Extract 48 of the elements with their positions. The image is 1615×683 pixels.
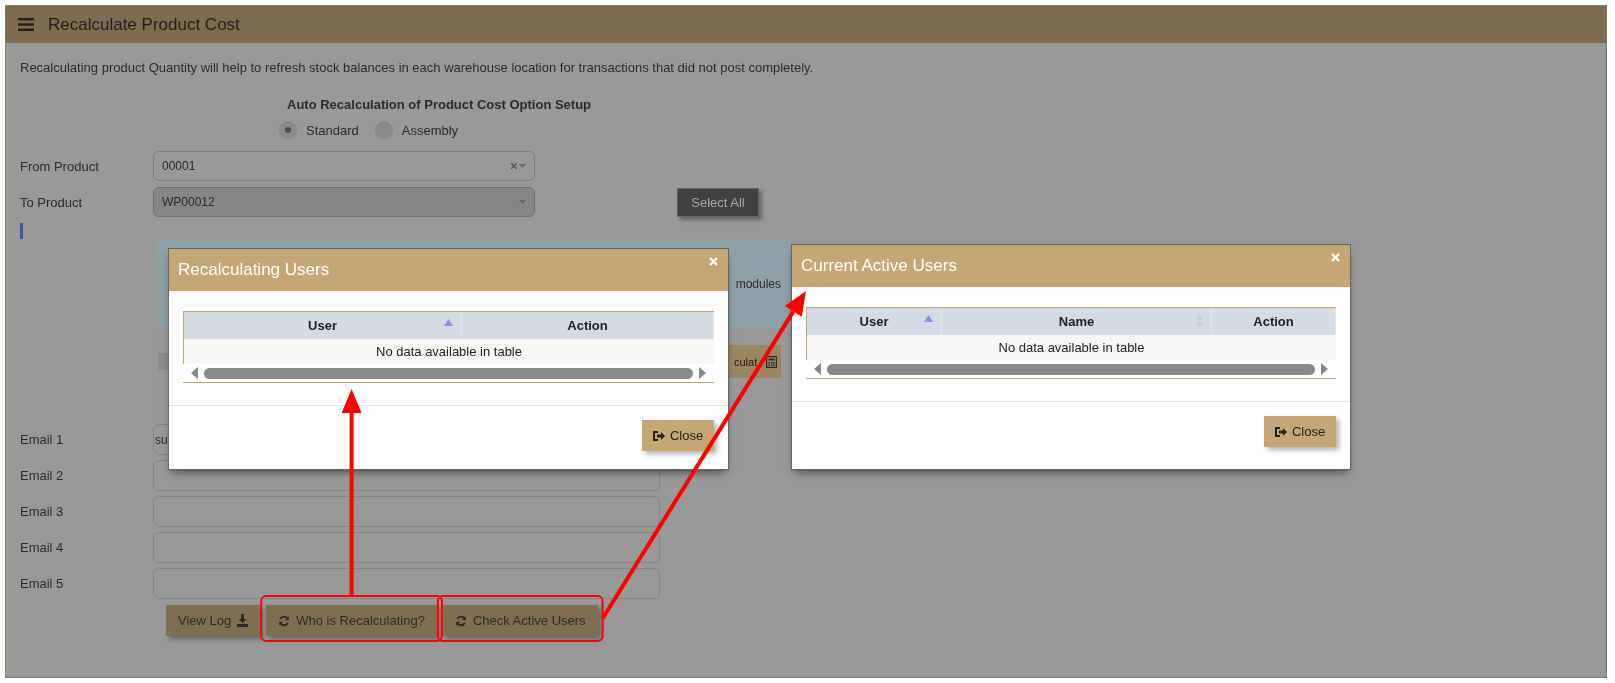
radio-button[interactable] xyxy=(279,121,297,139)
email-label: Email 1 xyxy=(20,432,65,447)
download-icon xyxy=(237,614,249,627)
action-button[interactable]: Who is Recalculating? xyxy=(266,605,437,636)
email-label: Email 5 xyxy=(20,576,65,591)
email-label: Email 4 xyxy=(20,540,65,555)
close-icon[interactable] xyxy=(709,257,718,266)
email-field[interactable] xyxy=(153,568,660,599)
select-all-button[interactable]: Select All xyxy=(677,187,759,217)
empty-table-text: No data available in table xyxy=(807,335,1336,360)
recalculate-button[interactable]: culat xyxy=(729,345,782,378)
refresh-icon xyxy=(278,614,291,627)
scroll-left-icon[interactable] xyxy=(191,367,198,379)
email-label: Email 3 xyxy=(20,504,65,519)
product-select[interactable]: 00001 xyxy=(153,151,535,181)
scrollbar-thumb[interactable] xyxy=(827,363,1315,375)
email-field[interactable] xyxy=(153,532,660,563)
clear-icon[interactable] xyxy=(511,163,517,169)
close-button[interactable]: Close xyxy=(642,420,714,451)
option-setup-title: Auto Recalculation of Product Cost Option Setup xyxy=(287,96,593,114)
radio-label[interactable]: Assembly xyxy=(401,122,459,138)
caret-icon xyxy=(519,200,526,204)
dialog-title: Current Active Users xyxy=(801,256,957,276)
field-value: su xyxy=(155,432,168,447)
sign-out-icon xyxy=(1274,426,1287,437)
email-label: Email 2 xyxy=(20,468,65,483)
email-field[interactable] xyxy=(153,496,660,527)
action-button[interactable]: Check Active Users xyxy=(442,605,598,636)
scrollbar-thumb[interactable] xyxy=(204,367,693,379)
calculator-icon xyxy=(766,355,778,368)
description-text: Recalculating product Quantity will help to refresh stock balances in each warehouse location for transactions that did not post completely. xyxy=(20,59,815,77)
scroll-left-icon[interactable] xyxy=(814,363,821,375)
caret-icon xyxy=(519,164,526,168)
menu-icon[interactable] xyxy=(18,18,34,31)
sign-out-icon xyxy=(652,430,665,441)
radio-label[interactable]: Standard xyxy=(306,122,359,138)
dialog-title: Recalculating Users xyxy=(178,260,330,280)
close-icon[interactable] xyxy=(1331,253,1340,262)
field-label: From Product xyxy=(20,158,100,174)
field-label: To Product xyxy=(20,194,84,210)
empty-table-text: No data available in table xyxy=(184,339,714,364)
refresh-icon xyxy=(454,614,467,627)
scroll-right-icon[interactable] xyxy=(1321,363,1328,375)
scroll-right-icon[interactable] xyxy=(699,367,706,379)
page-title: Recalculate Product Cost xyxy=(48,14,240,35)
close-button[interactable]: Close xyxy=(1264,416,1336,447)
info-text: modules xyxy=(735,276,781,291)
action-button[interactable]: View Log xyxy=(166,605,261,636)
